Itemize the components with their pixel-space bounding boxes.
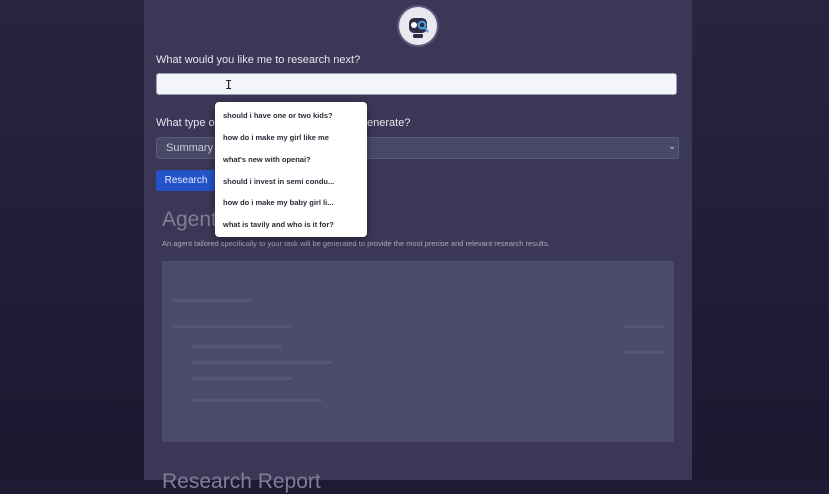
suggestion-item[interactable]: how do i make my girl like me [223,133,363,142]
research-question-input[interactable] [156,73,677,95]
report-type-selected-value: Summary [166,142,214,154]
agent-description: An agent tailored specifically to your t… [162,239,550,248]
suggestion-item[interactable]: what's new with openai? [223,155,363,164]
suggestion-item[interactable]: how do i make my baby girl li... [223,198,363,207]
suggestion-item[interactable]: should i invest in semi condu... [223,177,363,186]
robot-detective-logo [399,7,437,45]
research-button[interactable]: Research [156,170,216,191]
agent-heading: Agent [162,208,217,231]
suggestion-item[interactable]: should i have one or two kids? [223,111,363,120]
research-report-heading: Research Report [162,470,321,493]
report-type-label: What type o [156,117,215,129]
report-type-label-end: enerate? [367,117,411,129]
suggestion-item[interactable]: what is tavily and who is it for? [223,220,363,229]
text-cursor-icon: I [225,78,233,92]
agent-output-panel [162,261,674,442]
suggestions-dropdown: should i have one or two kids? how do i … [215,102,367,237]
research-question-label: What would you like me to research next? [156,54,361,66]
chevron-down-icon: ⌄ [668,141,677,152]
